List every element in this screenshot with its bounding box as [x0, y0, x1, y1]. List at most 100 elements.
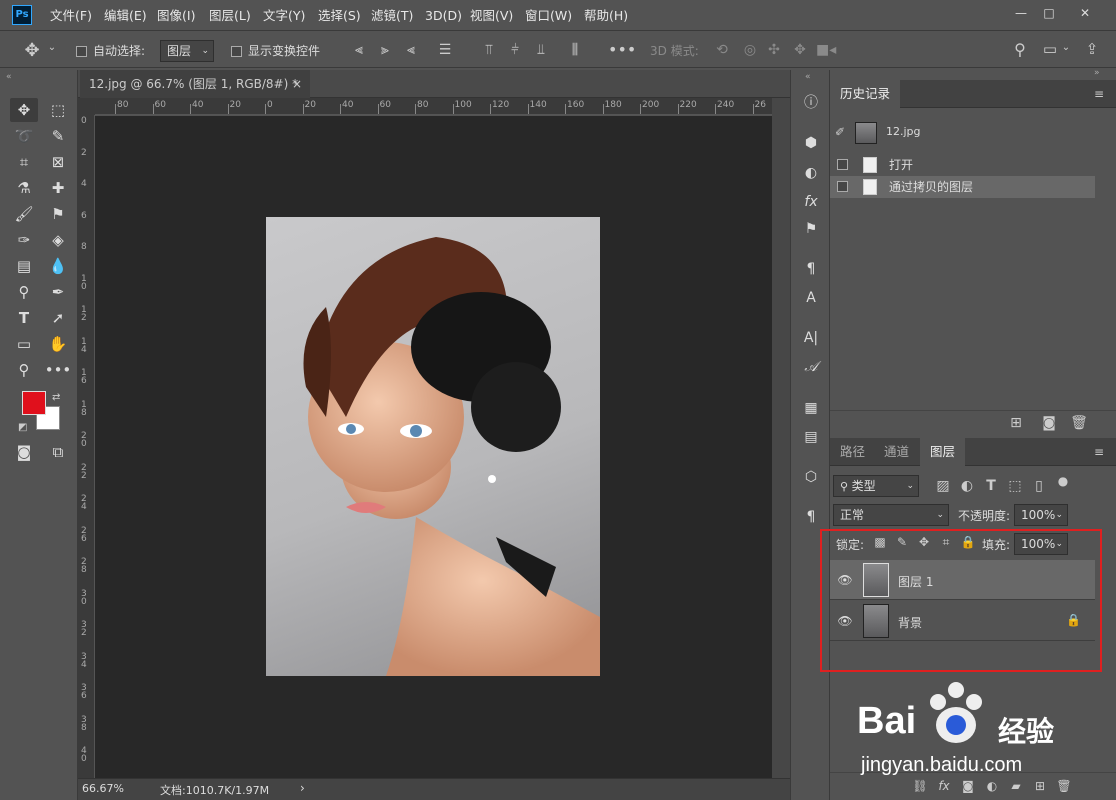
- rectangle-tool[interactable]: ▭: [10, 332, 38, 356]
- quick-select-tool[interactable]: ✎: [44, 124, 72, 148]
- panel-menu-icon[interactable]: ≡: [1094, 87, 1104, 101]
- character-styles-icon[interactable]: A: [799, 287, 823, 309]
- trash-icon[interactable]: 🗑: [1070, 415, 1088, 431]
- glyphs-icon[interactable]: 𝒜: [799, 356, 823, 378]
- history-source-checkbox[interactable]: [837, 159, 848, 170]
- info-icon[interactable]: ⓘ: [799, 92, 823, 114]
- tab-layers[interactable]: 图层: [920, 438, 966, 466]
- collapse-arrow-icon[interactable]: «: [6, 72, 12, 82]
- align-bottom-icon[interactable]: ⫫: [532, 42, 550, 58]
- vertical-scrollbar[interactable]: [772, 98, 790, 778]
- distribute-vertical-icon[interactable]: ⫼: [566, 42, 584, 58]
- panel-menu-icon[interactable]: ≡: [1094, 445, 1104, 459]
- eyedropper-tool[interactable]: ⚗: [10, 176, 38, 200]
- brush-tool[interactable]: 🖌: [10, 202, 38, 226]
- 3d-roll-icon[interactable]: ◎: [740, 42, 760, 58]
- filter-type-icon[interactable]: T: [982, 478, 1000, 494]
- workspace-icon[interactable]: ▭: [1040, 40, 1060, 58]
- share-icon[interactable]: ⇪: [1082, 40, 1102, 58]
- eraser-tool[interactable]: ◈: [44, 228, 72, 252]
- minimize-button[interactable]: —: [1008, 4, 1034, 22]
- blur-tool[interactable]: 💧: [44, 254, 72, 278]
- dodge-tool[interactable]: ⚲: [10, 280, 38, 304]
- paragraph-icon[interactable]: ¶: [799, 506, 823, 528]
- collapse-arrow-icon[interactable]: «: [805, 72, 811, 82]
- history-brush-tool[interactable]: ✑: [10, 228, 38, 252]
- history-item[interactable]: 打开: [830, 154, 1095, 176]
- screen-mode-icon[interactable]: ⧉: [44, 440, 72, 464]
- tab-history[interactable]: 历史记录: [830, 80, 901, 108]
- move-tool[interactable]: ✥: [10, 98, 38, 122]
- chevron-down-icon[interactable]: ⌄: [46, 42, 58, 53]
- layer-filter-dropdown[interactable]: ⚲ 类型 ⌄: [833, 475, 919, 497]
- menu-select[interactable]: 选择(S): [318, 6, 361, 26]
- character-icon[interactable]: A|: [799, 327, 823, 349]
- maximize-button[interactable]: □: [1036, 4, 1062, 22]
- align-top-icon[interactable]: ⫪: [480, 42, 498, 58]
- gradient-tool[interactable]: ▤: [10, 254, 38, 278]
- marquee-tool[interactable]: ⬚: [44, 98, 72, 122]
- filter-shape-icon[interactable]: ⬚: [1006, 478, 1024, 494]
- collapse-arrow-icon[interactable]: »: [1094, 68, 1100, 78]
- more-options-icon[interactable]: •••: [608, 40, 636, 59]
- menu-3d[interactable]: 3D(D): [425, 6, 462, 26]
- adjustments-icon[interactable]: ◐: [799, 162, 823, 184]
- quick-mask-icon[interactable]: ◙: [10, 440, 38, 464]
- default-colors-icon[interactable]: ◩: [18, 422, 27, 433]
- menu-edit[interactable]: 编辑(E): [104, 6, 147, 26]
- document-tab[interactable]: 12.jpg @ 66.7% (图层 1, RGB/8#) * ×: [80, 70, 310, 98]
- history-item-selected[interactable]: 通过拷贝的图层: [830, 176, 1095, 198]
- blend-mode-dropdown[interactable]: 正常 ⌄: [833, 504, 949, 526]
- more-tools-icon[interactable]: •••: [44, 358, 72, 382]
- foreground-color-swatch[interactable]: [22, 391, 46, 415]
- clone-stamp-tool[interactable]: ⚑: [44, 202, 72, 226]
- new-document-icon[interactable]: ⊞: [1007, 415, 1025, 431]
- menu-help[interactable]: 帮助(H): [584, 6, 628, 26]
- styles-icon[interactable]: fx: [799, 191, 823, 213]
- crop-tool[interactable]: ⌗: [10, 150, 38, 174]
- menu-layer[interactable]: 图层(L): [209, 6, 251, 26]
- menu-type[interactable]: 文字(Y): [263, 6, 305, 26]
- transform-controls-checkbox[interactable]: [231, 46, 242, 57]
- align-right-icon[interactable]: ⫷: [402, 42, 420, 58]
- align-middle-icon[interactable]: ⫩: [506, 42, 524, 58]
- filter-pixel-icon[interactable]: ▨: [934, 478, 952, 494]
- filter-smart-object-icon[interactable]: ▯: [1030, 478, 1048, 494]
- properties-icon[interactable]: ▦: [799, 397, 823, 419]
- camera-icon[interactable]: ◙: [1040, 415, 1058, 431]
- zoom-level[interactable]: 66.67%: [82, 782, 124, 795]
- chevron-down-icon[interactable]: ⌄: [1060, 42, 1072, 53]
- menu-file[interactable]: 文件(F): [50, 6, 92, 26]
- path-select-tool[interactable]: ➚: [44, 306, 72, 330]
- auto-select-dropdown[interactable]: 图层 ⌄: [160, 40, 214, 62]
- menu-window[interactable]: 窗口(W): [525, 6, 572, 26]
- document-info[interactable]: 文档:1010.7K/1.97M: [160, 782, 269, 798]
- 3d-orbit-icon[interactable]: ⟲: [712, 42, 732, 58]
- tab-channels[interactable]: 通道: [874, 438, 919, 466]
- status-arrow-icon[interactable]: ›: [300, 781, 305, 795]
- menu-filter[interactable]: 滤镜(T): [371, 6, 413, 26]
- 3d-cube-icon[interactable]: ⬡: [799, 466, 823, 488]
- document-image[interactable]: [266, 217, 600, 676]
- align-center-icon[interactable]: ⫸: [376, 42, 394, 58]
- pen-tool[interactable]: ✒: [44, 280, 72, 304]
- filter-adjustment-icon[interactable]: ◐: [958, 478, 976, 494]
- filter-toggle-icon[interactable]: ●: [1056, 474, 1070, 488]
- clone-source-icon[interactable]: ⚑: [799, 218, 823, 240]
- frame-tool[interactable]: ⊠: [44, 150, 72, 174]
- type-tool[interactable]: T: [10, 306, 38, 330]
- 3d-panel-icon[interactable]: ⬢: [799, 132, 823, 154]
- lasso-tool[interactable]: ➰: [10, 124, 38, 148]
- history-brush-source-icon[interactable]: ✐: [835, 125, 845, 139]
- 3d-pan-icon[interactable]: ✣: [764, 42, 784, 58]
- close-window-button[interactable]: ✕: [1072, 4, 1098, 22]
- close-document-icon[interactable]: ×: [292, 70, 302, 98]
- history-snapshot[interactable]: ✐ 12.jpg: [830, 120, 1095, 148]
- auto-select-checkbox[interactable]: [76, 46, 87, 57]
- notes-icon[interactable]: ▤: [799, 426, 823, 448]
- move-tool-icon[interactable]: ✥: [20, 40, 44, 61]
- hand-tool[interactable]: ✋: [44, 332, 72, 356]
- paragraph-styles-icon[interactable]: ¶: [799, 258, 823, 280]
- tab-paths[interactable]: 路径: [830, 438, 875, 466]
- zoom-tool[interactable]: ⚲: [10, 358, 38, 382]
